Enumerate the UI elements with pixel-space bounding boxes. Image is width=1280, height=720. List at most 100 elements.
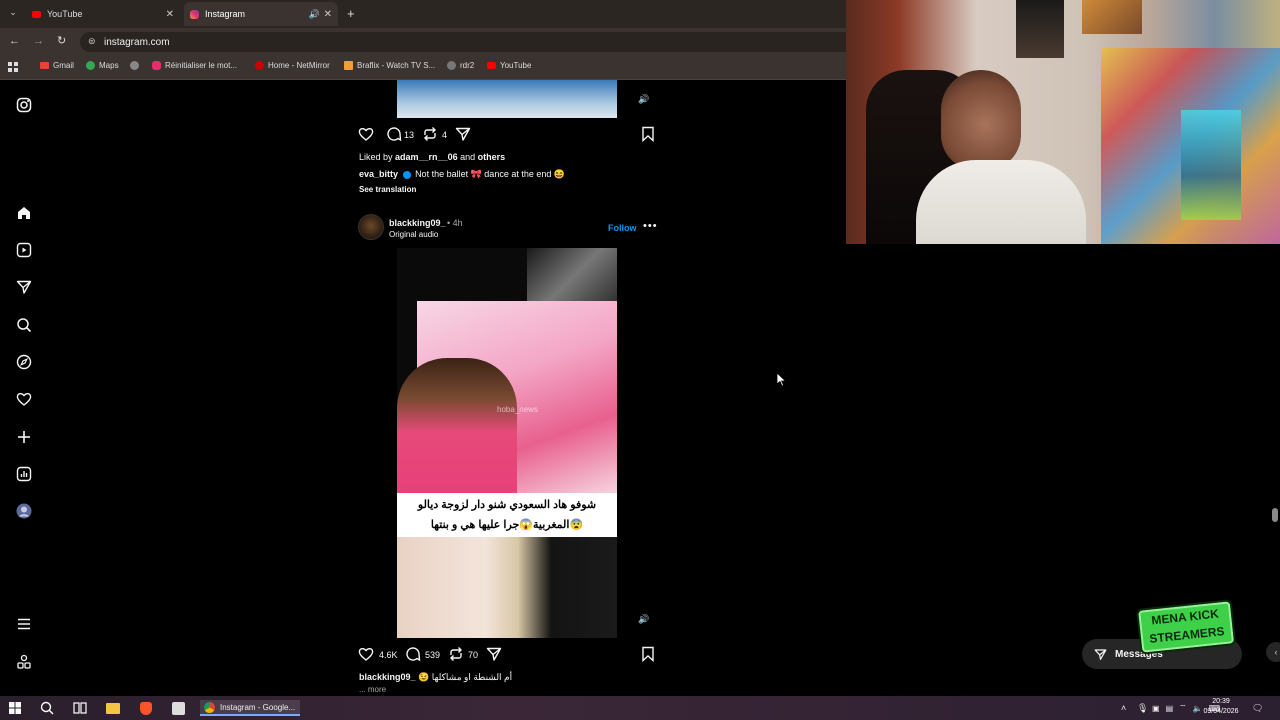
tab-youtube[interactable]: YouTube ✕ — [26, 2, 180, 26]
mute-icon[interactable]: 🔊 — [638, 94, 649, 105]
back-button[interactable]: ← — [9, 35, 20, 47]
profile-avatar-icon[interactable] — [16, 503, 32, 519]
post2-caption-username[interactable]: blackking09_ — [359, 672, 416, 682]
microphone-icon[interactable]: 🎙 — [1137, 700, 1148, 716]
network-icon[interactable]: ⌔ — [1179, 703, 1187, 713]
direct-messages-icon[interactable] — [16, 279, 32, 295]
webcam-person — [916, 70, 1086, 244]
post2-video[interactable]: hoba_news شوفو هاد السعودي شنو دار لزوجة… — [352, 248, 662, 638]
rdr2-icon — [447, 61, 456, 70]
also-from-meta-icon[interactable] — [16, 654, 32, 670]
bookmark-reset-password[interactable]: Réinitialiser le mot... — [152, 61, 237, 70]
post2-caption-text: 😉 أم الشنطة او مشاكلها — [418, 672, 513, 682]
brave-browser-icon[interactable] — [140, 700, 152, 716]
post-options-icon[interactable]: ••• — [643, 220, 658, 232]
mute-icon[interactable]: 🔊 — [638, 614, 649, 625]
liked-by-others-link[interactable]: others — [478, 152, 506, 162]
home-icon[interactable] — [16, 205, 32, 221]
post2-audio[interactable]: Original audio — [389, 230, 438, 239]
post2-repost-count: 70 — [468, 650, 479, 660]
post1-repost-count: 4 — [442, 130, 448, 140]
globe-icon — [130, 61, 139, 70]
close-tab-icon[interactable]: ✕ — [166, 9, 174, 20]
taskbar-search-icon[interactable] — [40, 700, 54, 716]
notifications-icon[interactable]: 🗨 — [1252, 700, 1263, 716]
webcam-poster-right — [1082, 0, 1142, 34]
netmirror-icon — [255, 61, 264, 70]
explore-icon[interactable] — [16, 354, 32, 370]
start-button[interactable] — [9, 700, 21, 716]
calculator-icon[interactable] — [172, 700, 185, 716]
apps-grid-icon[interactable] — [8, 62, 18, 72]
comment-button[interactable] — [386, 126, 402, 142]
taskbar-clock[interactable]: 20:39 09/04/2026 — [1198, 697, 1244, 717]
post2-comment-count: 539 — [425, 650, 441, 660]
chrome-icon — [204, 701, 215, 713]
webcam-pc-lights — [1181, 110, 1241, 220]
like-button[interactable] — [358, 126, 374, 142]
site-info-icon[interactable]: ⊜ — [88, 36, 96, 47]
reload-button[interactable]: ↻ — [57, 34, 66, 47]
search-icon[interactable] — [16, 317, 32, 333]
youtube-favicon-icon — [32, 10, 41, 18]
instagram-logo-icon[interactable] — [16, 97, 32, 113]
new-tab-button[interactable]: + — [347, 6, 355, 21]
taskbar-chrome-instagram[interactable]: Instagram - Google... — [200, 700, 300, 716]
reels-icon[interactable] — [16, 242, 32, 258]
post2-watermark: hoba_news — [497, 405, 538, 414]
create-plus-icon[interactable] — [16, 429, 32, 445]
post2-overlay-text: شوفو هاد السعودي شنو دار لزوجة ديالو الم… — [397, 493, 617, 537]
liked-by-username[interactable]: adam__rn__06 — [395, 152, 458, 162]
bookmarks-bar: Gmail Maps Réinitialiser le mot... Home … — [0, 56, 846, 80]
like-button[interactable] — [358, 646, 374, 662]
tab-instagram[interactable]: Instagram 🔊 ✕ — [184, 2, 338, 26]
tab-search-button[interactable]: ⌄ — [6, 7, 20, 21]
audio-playing-icon[interactable]: 🔊 — [309, 9, 320, 20]
instagram-favicon-icon — [152, 61, 161, 70]
post2-avatar[interactable] — [358, 214, 384, 240]
address-bar[interactable]: ⊜ instagram.com — [80, 32, 846, 52]
comment-button[interactable] — [405, 646, 421, 662]
bookmark-rdr2[interactable]: rdr2 — [447, 61, 474, 70]
tray-app-icon[interactable]: ▣ — [1152, 704, 1160, 713]
save-bookmark-button[interactable] — [640, 126, 656, 143]
post2-more-link[interactable]: ... more — [359, 685, 386, 694]
save-bookmark-button[interactable] — [640, 646, 656, 663]
post1-caption-text: Not the ballet 🎀 dance at the end 😆 — [415, 169, 566, 179]
repost-button[interactable] — [448, 646, 464, 662]
collapse-panel-button[interactable]: ‹ — [1266, 642, 1280, 662]
see-translation-link[interactable]: See translation — [359, 185, 416, 194]
bookmark-youtube[interactable]: YouTube — [487, 61, 531, 70]
bookmark-maps[interactable]: Maps — [86, 61, 119, 70]
bookmark-globe[interactable] — [130, 61, 139, 70]
dashboard-icon[interactable] — [16, 466, 32, 482]
bookmark-netmirror[interactable]: Home - NetMirror — [255, 61, 330, 70]
close-tab-icon[interactable]: ✕ — [324, 9, 332, 20]
file-explorer-icon[interactable] — [106, 700, 120, 716]
share-button[interactable] — [486, 646, 502, 662]
windows-taskbar: Instagram - Google... ˄ 🎙 ▣ ▤ ⌔ 🔈 ⌨ 20:3… — [0, 696, 1280, 720]
post1-video-frame — [397, 80, 617, 118]
post1-caption-username[interactable]: eva_bitty — [359, 169, 398, 179]
show-hidden-icons[interactable]: ˄ — [1121, 700, 1126, 716]
post1-video[interactable]: 🔊 — [352, 80, 662, 118]
post2-like-count: 4.6K — [379, 650, 398, 660]
share-button[interactable] — [455, 126, 471, 142]
repost-button[interactable] — [422, 126, 438, 142]
address-bar-url: instagram.com — [104, 36, 170, 48]
instagram-favicon-icon — [190, 9, 199, 19]
mouse-cursor-icon — [776, 372, 787, 387]
post2-video-person — [397, 358, 517, 493]
page-scrollbar-thumb[interactable] — [1272, 508, 1278, 522]
post2-video-bottom — [397, 537, 617, 638]
post2-username[interactable]: blackking09_ — [389, 218, 446, 228]
tray-app-icon[interactable]: ▤ — [1166, 704, 1174, 713]
post2-overlay-line1: شوفو هاد السعودي شنو دار لزوجة ديالو — [417, 499, 597, 511]
bookmark-gmail[interactable]: Gmail — [40, 61, 74, 70]
more-menu-icon[interactable] — [16, 616, 32, 632]
bookmark-braflix[interactable]: Braflix - Watch TV S... — [344, 61, 435, 70]
follow-button[interactable]: Follow — [608, 223, 637, 233]
notifications-heart-icon[interactable] — [16, 391, 32, 407]
task-view-icon[interactable] — [73, 700, 87, 716]
forward-button[interactable]: → — [33, 35, 44, 47]
